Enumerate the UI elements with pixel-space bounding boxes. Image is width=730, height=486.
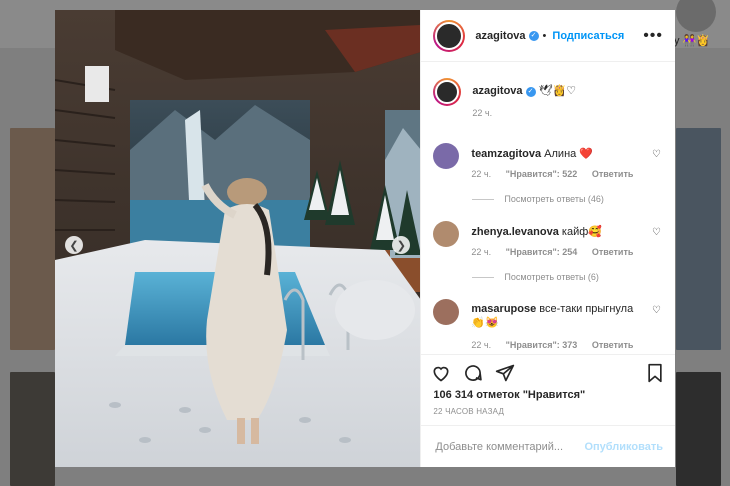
comment-bubble-icon[interactable] bbox=[463, 363, 483, 383]
replies-line bbox=[472, 276, 495, 278]
comment-item: masarupose все-таки прыгнула 👏😻 22 ч. "Н… bbox=[433, 299, 661, 350]
comment-username[interactable]: masarupose bbox=[471, 303, 536, 315]
commenter-avatar[interactable] bbox=[433, 221, 460, 247]
like-comment-heart-icon[interactable]: ♡ bbox=[652, 227, 661, 238]
add-comment-bar: Опубликовать bbox=[421, 425, 675, 467]
reply-button[interactable]: Ответить bbox=[592, 340, 634, 350]
comment-time: 22 ч. bbox=[471, 247, 492, 257]
caption-username[interactable]: azagitova bbox=[472, 85, 522, 97]
caption-emojis: 🕊👸♡ bbox=[538, 85, 577, 97]
comment-text: masarupose все-таки прыгнула 👏😻 bbox=[471, 302, 641, 330]
reply-button[interactable]: Ответить bbox=[592, 247, 634, 257]
chevron-left-icon: ❮ bbox=[69, 239, 79, 252]
comment-item: zhenya.levanova кайф🥰 22 ч. "Нравится": … bbox=[433, 221, 661, 257]
comment-meta: 22 ч. "Нравится": 254 Ответить bbox=[471, 247, 645, 257]
like-comment-heart-icon[interactable]: ♡ bbox=[652, 149, 661, 160]
view-replies-label: Посмотреть ответы (6) bbox=[504, 272, 599, 282]
verified-badge-icon: ✓ bbox=[525, 87, 536, 97]
view-replies-button[interactable]: Посмотреть ответы (6) bbox=[472, 272, 599, 282]
post-photo[interactable]: ❮ ❯ bbox=[55, 10, 421, 467]
reply-button[interactable]: Ответить bbox=[592, 169, 634, 179]
view-replies-label: Посмотреть ответы (46) bbox=[504, 194, 604, 204]
caption-text: azagitova ✓ 🕊👸♡ bbox=[472, 84, 576, 98]
comment-meta: 22 ч. "Нравится": 373 Ответить bbox=[471, 340, 645, 350]
post-header: azagitova ✓ • Подписаться ••• bbox=[421, 10, 675, 62]
background-thumbnail bbox=[10, 128, 55, 350]
comment-item: teamzagitova Алина ❤️ 22 ч. "Нравится": … bbox=[433, 143, 661, 179]
photo-illustration bbox=[55, 10, 421, 467]
background-thumbnail bbox=[10, 372, 55, 486]
comment-input[interactable] bbox=[433, 439, 585, 454]
chevron-right-icon: ❯ bbox=[396, 239, 407, 252]
author-avatar[interactable] bbox=[433, 19, 466, 52]
author-avatar[interactable] bbox=[433, 78, 462, 106]
caption: azagitova ✓ 🕊👸♡ 22 ч. bbox=[433, 78, 661, 118]
background-thumbnail bbox=[676, 372, 721, 486]
verified-badge-icon: ✓ bbox=[528, 30, 539, 41]
share-paper-plane-icon[interactable] bbox=[495, 363, 515, 383]
like-count[interactable]: 106 314 отметок "Нравится" bbox=[421, 383, 675, 401]
post-time: 22 ЧАСОВ НАЗАД bbox=[433, 407, 505, 416]
commenter-avatar[interactable] bbox=[433, 299, 460, 325]
prev-photo-button[interactable]: ❮ bbox=[65, 236, 83, 254]
bookmark-icon[interactable] bbox=[645, 363, 665, 383]
comment-body: кайф🥰 bbox=[561, 226, 602, 238]
post-actions: 106 314 отметок "Нравится" 22 ЧАСОВ НАЗА… bbox=[421, 354, 675, 425]
separator-dot: • bbox=[542, 29, 547, 42]
action-bar bbox=[421, 355, 675, 383]
like-heart-icon[interactable] bbox=[431, 363, 451, 383]
caption-time: 22 ч. bbox=[472, 108, 493, 118]
follow-button[interactable]: Подписаться bbox=[552, 30, 624, 42]
comment-username[interactable]: teamzagitova bbox=[471, 148, 541, 160]
post-modal: ❮ ❯ azagitova ✓ • Подписаться ••• azagit… bbox=[55, 10, 675, 467]
comment-meta: 22 ч. "Нравится": 522 Ответить bbox=[471, 169, 645, 179]
like-comment-heart-icon[interactable]: ♡ bbox=[652, 305, 661, 316]
comment-body: Алина ❤️ bbox=[544, 148, 594, 160]
view-replies-button[interactable]: Посмотреть ответы (46) bbox=[472, 194, 604, 204]
comment-text: teamzagitova Алина ❤️ bbox=[471, 147, 645, 161]
background-thumbnail bbox=[676, 128, 721, 350]
comments-list[interactable]: azagitova ✓ 🕊👸♡ 22 ч. teamzagitova Алина … bbox=[421, 63, 675, 354]
comment-username[interactable]: zhenya.levanova bbox=[471, 226, 558, 238]
comment-likes[interactable]: "Нравится": 373 bbox=[506, 340, 578, 350]
post-side-panel: azagitova ✓ • Подписаться ••• azagitova ✓… bbox=[420, 10, 675, 467]
replies-line bbox=[472, 198, 495, 200]
commenter-avatar[interactable] bbox=[433, 143, 460, 169]
comment-time: 22 ч. bbox=[471, 340, 492, 350]
comment-text: zhenya.levanova кайф🥰 bbox=[471, 225, 645, 239]
comment-likes[interactable]: "Нравится": 254 bbox=[506, 247, 578, 257]
publish-button[interactable]: Опубликовать bbox=[584, 441, 663, 453]
more-options-icon[interactable]: ••• bbox=[643, 27, 663, 45]
comment-time: 22 ч. bbox=[471, 169, 492, 179]
author-username[interactable]: azagitova bbox=[475, 30, 525, 42]
comment-likes[interactable]: "Нравится": 522 bbox=[506, 169, 578, 179]
background-emojis: y 👭👸 bbox=[674, 35, 710, 47]
